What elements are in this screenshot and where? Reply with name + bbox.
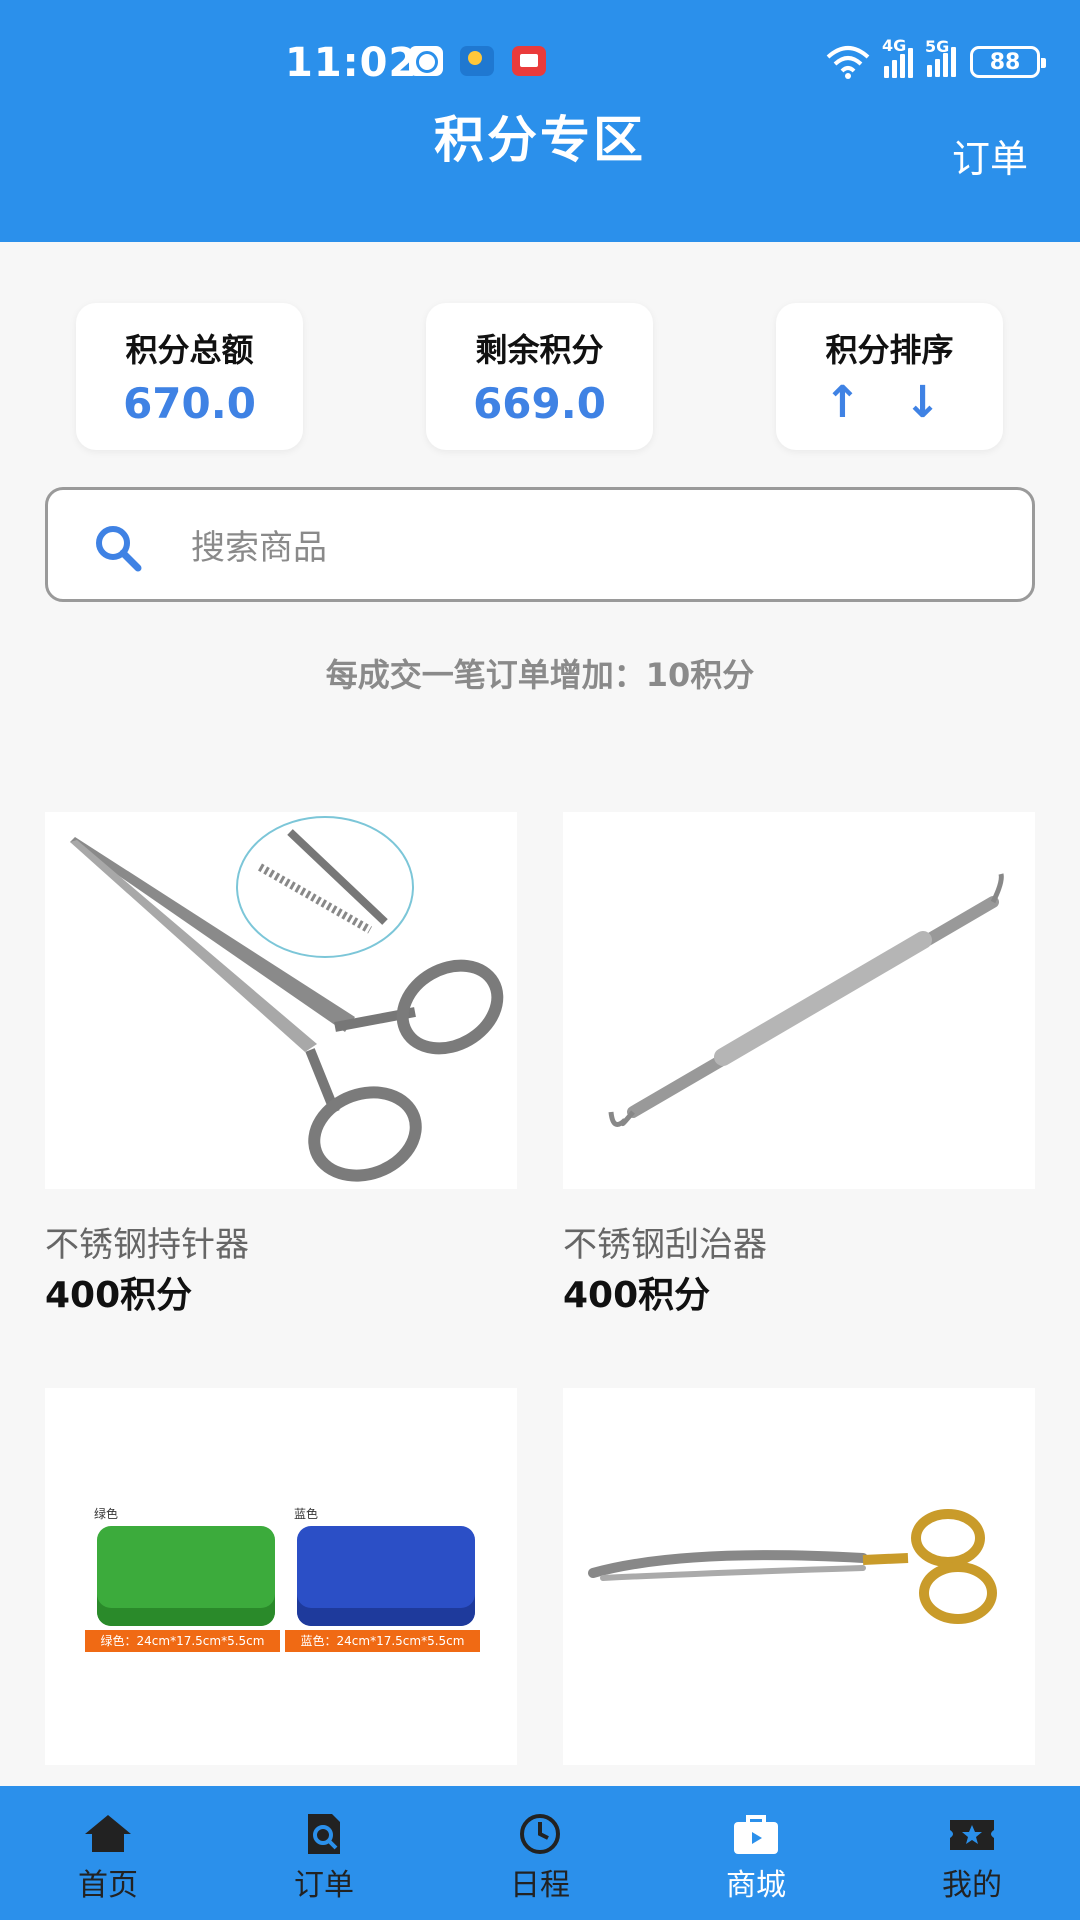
signal-5g-icon: 5G [925, 37, 956, 77]
header-bar: 11:02 4G 5G 88 积分专区 订单 [0, 0, 1080, 242]
nav-tab-home[interactable]: 首页 [0, 1786, 216, 1920]
book-icon [512, 46, 546, 76]
green-box [97, 1526, 275, 1626]
nav-label: 商城 [726, 1868, 786, 1903]
product-image-scaler[interactable] [563, 812, 1035, 1189]
product-name: 不锈钢持针器 [45, 1225, 249, 1265]
product-image-curved-scissors[interactable] [563, 1388, 1035, 1765]
notification-icon [409, 46, 443, 76]
weather-icon [460, 46, 494, 76]
order-icon [308, 1814, 340, 1854]
ticket-icon [950, 1820, 994, 1850]
variant-label-blue: 蓝色 [294, 1507, 319, 1521]
total-points-card: 积分总额 670.0 [76, 303, 303, 450]
product-card[interactable]: 绿色 蓝色 绿色：24cm*17.5cm*5.5cm 蓝色：24cm*17.5c… [45, 1388, 517, 1765]
nav-label: 订单 [294, 1868, 354, 1903]
network-type-label: 5G [925, 37, 950, 56]
product-card[interactable]: 不锈钢刮治器 400积分 [563, 812, 1035, 1318]
nav-tab-schedule[interactable]: 日程 [432, 1786, 648, 1920]
nav-tab-shop[interactable]: 商城 [648, 1786, 864, 1920]
product-image-needle-holder[interactable] [45, 812, 517, 1189]
points-rule-text: 每成交一笔订单增加：10积分 [325, 656, 755, 694]
nav-label: 首页 [78, 1868, 138, 1903]
product-name: 不锈钢刮治器 [563, 1225, 767, 1265]
nav-tab-orders[interactable]: 订单 [216, 1786, 432, 1920]
status-time: 11:02 [285, 40, 418, 86]
status-bar: 11:02 4G 5G 88 [0, 36, 1080, 90]
stat-label: 剩余积分 [475, 331, 604, 369]
nav-label: 日程 [510, 1868, 570, 1903]
stat-label: 积分排序 [825, 331, 954, 369]
stat-label: 积分总额 [125, 331, 254, 369]
search-input[interactable]: 搜索商品 [191, 520, 327, 569]
bottom-navigation: 首页 订单 日程 商城 我的 [0, 1786, 1080, 1920]
page-title: 积分专区 [434, 111, 646, 169]
signal-4g-icon: 4G [882, 36, 913, 78]
search-bar[interactable]: 搜索商品 [45, 487, 1035, 602]
product-card[interactable] [563, 1388, 1035, 1765]
home-icon [85, 1815, 131, 1852]
stat-value: 669.0 [473, 379, 606, 428]
clock-icon [520, 1814, 560, 1854]
orders-link[interactable]: 订单 [952, 128, 1028, 183]
nav-tab-mine[interactable]: 我的 [864, 1786, 1080, 1920]
points-sort-button[interactable]: 积分排序 ↑ ↓ [776, 303, 1003, 450]
battery-icon: 88 [970, 46, 1046, 78]
size-label-blue: 蓝色：24cm*17.5cm*5.5cm [285, 1630, 480, 1652]
search-icon [90, 520, 146, 576]
product-image-sterilization-box[interactable]: 绿色 蓝色 绿色：24cm*17.5cm*5.5cm 蓝色：24cm*17.5c… [45, 1388, 517, 1765]
network-type-label: 4G [882, 36, 907, 55]
blue-box [297, 1526, 475, 1626]
sort-arrows-icon[interactable]: ↑ ↓ [776, 377, 1003, 428]
product-price: 400积分 [563, 1275, 711, 1316]
product-price: 400积分 [45, 1275, 193, 1316]
remaining-points-card: 剩余积分 669.0 [426, 303, 653, 450]
size-label-green: 绿色：24cm*17.5cm*5.5cm [85, 1630, 280, 1652]
nav-label: 我的 [942, 1868, 1002, 1903]
shop-icon [734, 1815, 778, 1854]
stat-value: 670.0 [123, 379, 256, 428]
product-card[interactable]: 不锈钢持针器 400积分 [45, 812, 517, 1318]
wifi-icon [826, 45, 870, 79]
variant-label-green: 绿色 [94, 1507, 119, 1521]
